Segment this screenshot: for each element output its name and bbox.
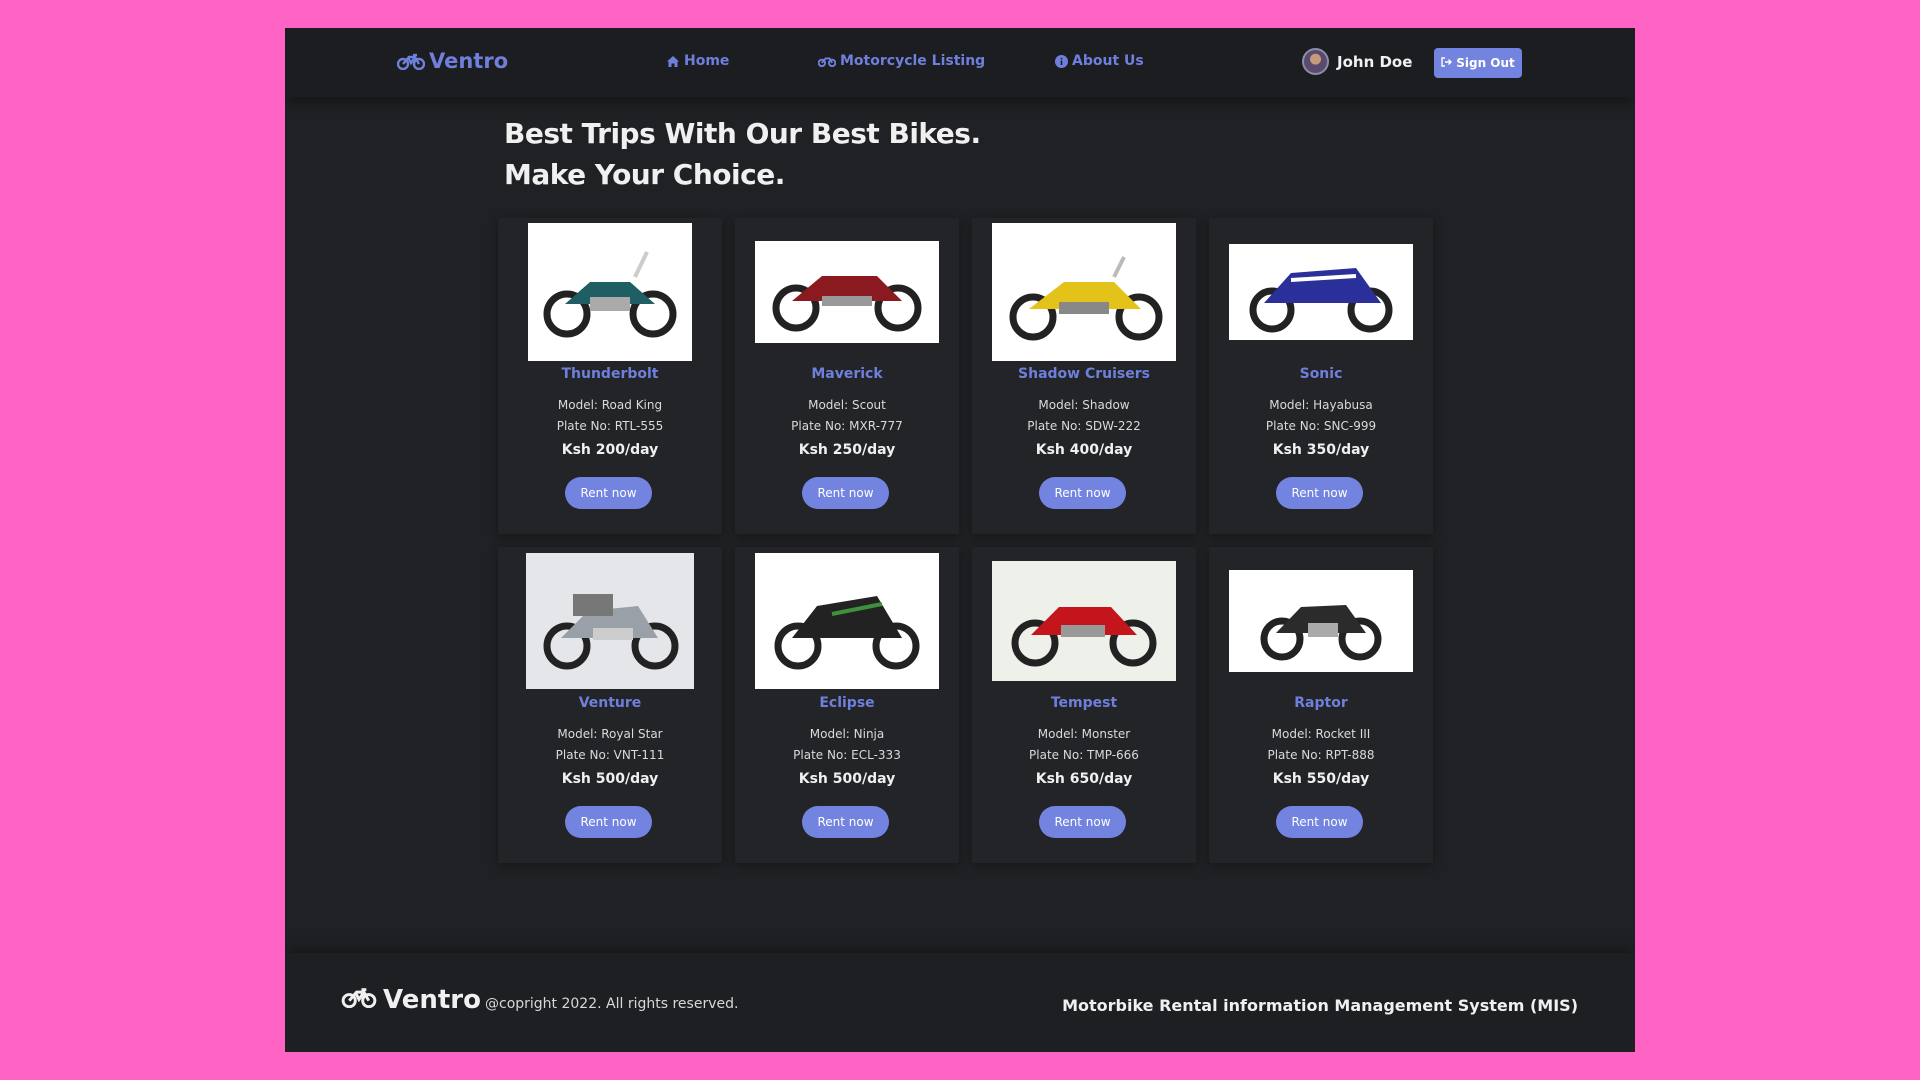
nav-link-label: Motorcycle Listing (840, 53, 986, 69)
rent-now-button[interactable]: Rent now (565, 477, 652, 509)
bike-name: Sonic (1299, 366, 1343, 382)
bike-name: Thunderbolt (561, 366, 659, 382)
bike-plate: Plate No: TMP-666 (1029, 748, 1139, 762)
bike-plate: Plate No: RPT-888 (1267, 748, 1375, 762)
rent-now-button[interactable]: Rent now (565, 806, 652, 838)
bike-plate: Plate No: RTL-555 (556, 419, 664, 433)
bike-plate: Plate No: ECL-333 (793, 748, 901, 762)
bike-model: Model: Shadow (1038, 398, 1130, 412)
brand-name: Ventro (429, 49, 509, 73)
bike-image (526, 553, 694, 689)
bike-name: Maverick (811, 366, 883, 382)
bike-model: Model: Ninja (809, 727, 885, 741)
footer: Ventro @copright 2022. All rights reserv… (285, 953, 1635, 1052)
bike-plate: Plate No: SNC-999 (1265, 419, 1377, 433)
bike-card: Eclipse Model: Ninja Plate No: ECL-333 K… (735, 547, 959, 863)
sign-out-label: Sign Out (1456, 56, 1515, 70)
footer-brand: Ventro (341, 985, 481, 1015)
bike-price: Ksh 500/day (798, 771, 896, 787)
bike-card: Venture Model: Royal Star Plate No: VNT-… (498, 547, 722, 863)
brand-logo[interactable]: Ventro (397, 49, 508, 73)
rent-now-button[interactable]: Rent now (1039, 806, 1126, 838)
nav-link-home[interactable]: Home (666, 53, 729, 69)
app-window: Ventro Home Motorcycle Listing About Us … (285, 28, 1635, 1052)
bike-model: Model: Rocket III (1271, 727, 1371, 741)
bike-image (1229, 244, 1413, 340)
nav-link-motorcycle-listing[interactable]: Motorcycle Listing (818, 53, 985, 69)
motorcycle-icon (818, 55, 836, 67)
motorcycle-icon (341, 985, 377, 1015)
bike-card: Sonic Model: Hayabusa Plate No: SNC-999 … (1209, 218, 1433, 534)
user-name: John Doe (1337, 52, 1413, 71)
bike-image (1229, 570, 1413, 672)
bike-model: Model: Hayabusa (1269, 398, 1373, 412)
sign-out-icon (1441, 56, 1453, 70)
bike-card: Shadow Cruisers Model: Shadow Plate No: … (972, 218, 1196, 534)
rent-now-button[interactable]: Rent now (1276, 806, 1363, 838)
motorcycle-icon (397, 52, 425, 70)
bike-price: Ksh 350/day (1272, 442, 1370, 458)
top-navbar: Ventro Home Motorcycle Listing About Us … (285, 28, 1635, 97)
bike-image (528, 223, 692, 361)
bike-image (992, 561, 1176, 681)
bike-plate: Plate No: VNT-111 (555, 748, 665, 762)
bike-name: Raptor (1294, 695, 1348, 711)
bike-name: Shadow Cruisers (1018, 366, 1150, 382)
bike-card: Maverick Model: Scout Plate No: MXR-777 … (735, 218, 959, 534)
bike-price: Ksh 250/day (798, 442, 896, 458)
sign-out-button[interactable]: Sign Out (1434, 48, 1522, 78)
bike-price: Ksh 500/day (561, 771, 659, 787)
rent-now-button[interactable]: Rent now (1276, 477, 1363, 509)
bike-model: Model: Road King (557, 398, 663, 412)
bike-price: Ksh 200/day (561, 442, 659, 458)
bike-model: Model: Monster (1037, 727, 1131, 741)
bike-card: Raptor Model: Rocket III Plate No: RPT-8… (1209, 547, 1433, 863)
bike-model: Model: Scout (808, 398, 886, 412)
nav-link-about-us[interactable]: About Us (1055, 53, 1144, 69)
page-title: Best Trips With Our Best Bikes. Make You… (504, 117, 981, 191)
bike-plate: Plate No: MXR-777 (791, 419, 903, 433)
bike-image (992, 223, 1176, 361)
rent-now-button[interactable]: Rent now (1039, 477, 1126, 509)
rent-now-button[interactable]: Rent now (802, 806, 889, 838)
bike-model: Model: Royal Star (557, 727, 663, 741)
bike-card: Thunderbolt Model: Road King Plate No: R… (498, 218, 722, 534)
bike-price: Ksh 400/day (1035, 442, 1133, 458)
user-profile[interactable]: John Doe (1302, 48, 1412, 75)
bike-name: Venture (578, 695, 642, 711)
bike-price: Ksh 550/day (1272, 771, 1370, 787)
copyright-text: @copright 2022. All rights reserved. (485, 996, 739, 1012)
info-icon (1055, 54, 1068, 68)
nav-link-label: Home (684, 53, 730, 69)
bike-name: Tempest (1050, 695, 1118, 711)
avatar (1302, 48, 1329, 75)
bike-name: Eclipse (819, 695, 875, 711)
bike-image (755, 241, 939, 343)
rent-now-button[interactable]: Rent now (802, 477, 889, 509)
bike-card: Tempest Model: Monster Plate No: TMP-666… (972, 547, 1196, 863)
bike-price: Ksh 650/day (1035, 771, 1133, 787)
bike-image (755, 553, 939, 689)
home-icon (666, 55, 680, 68)
nav-link-label: About Us (1072, 53, 1144, 69)
footer-brand-name: Ventro (383, 985, 481, 1015)
system-name: Motorbike Rental information Management … (1062, 996, 1578, 1015)
bike-plate: Plate No: SDW-222 (1027, 419, 1141, 433)
